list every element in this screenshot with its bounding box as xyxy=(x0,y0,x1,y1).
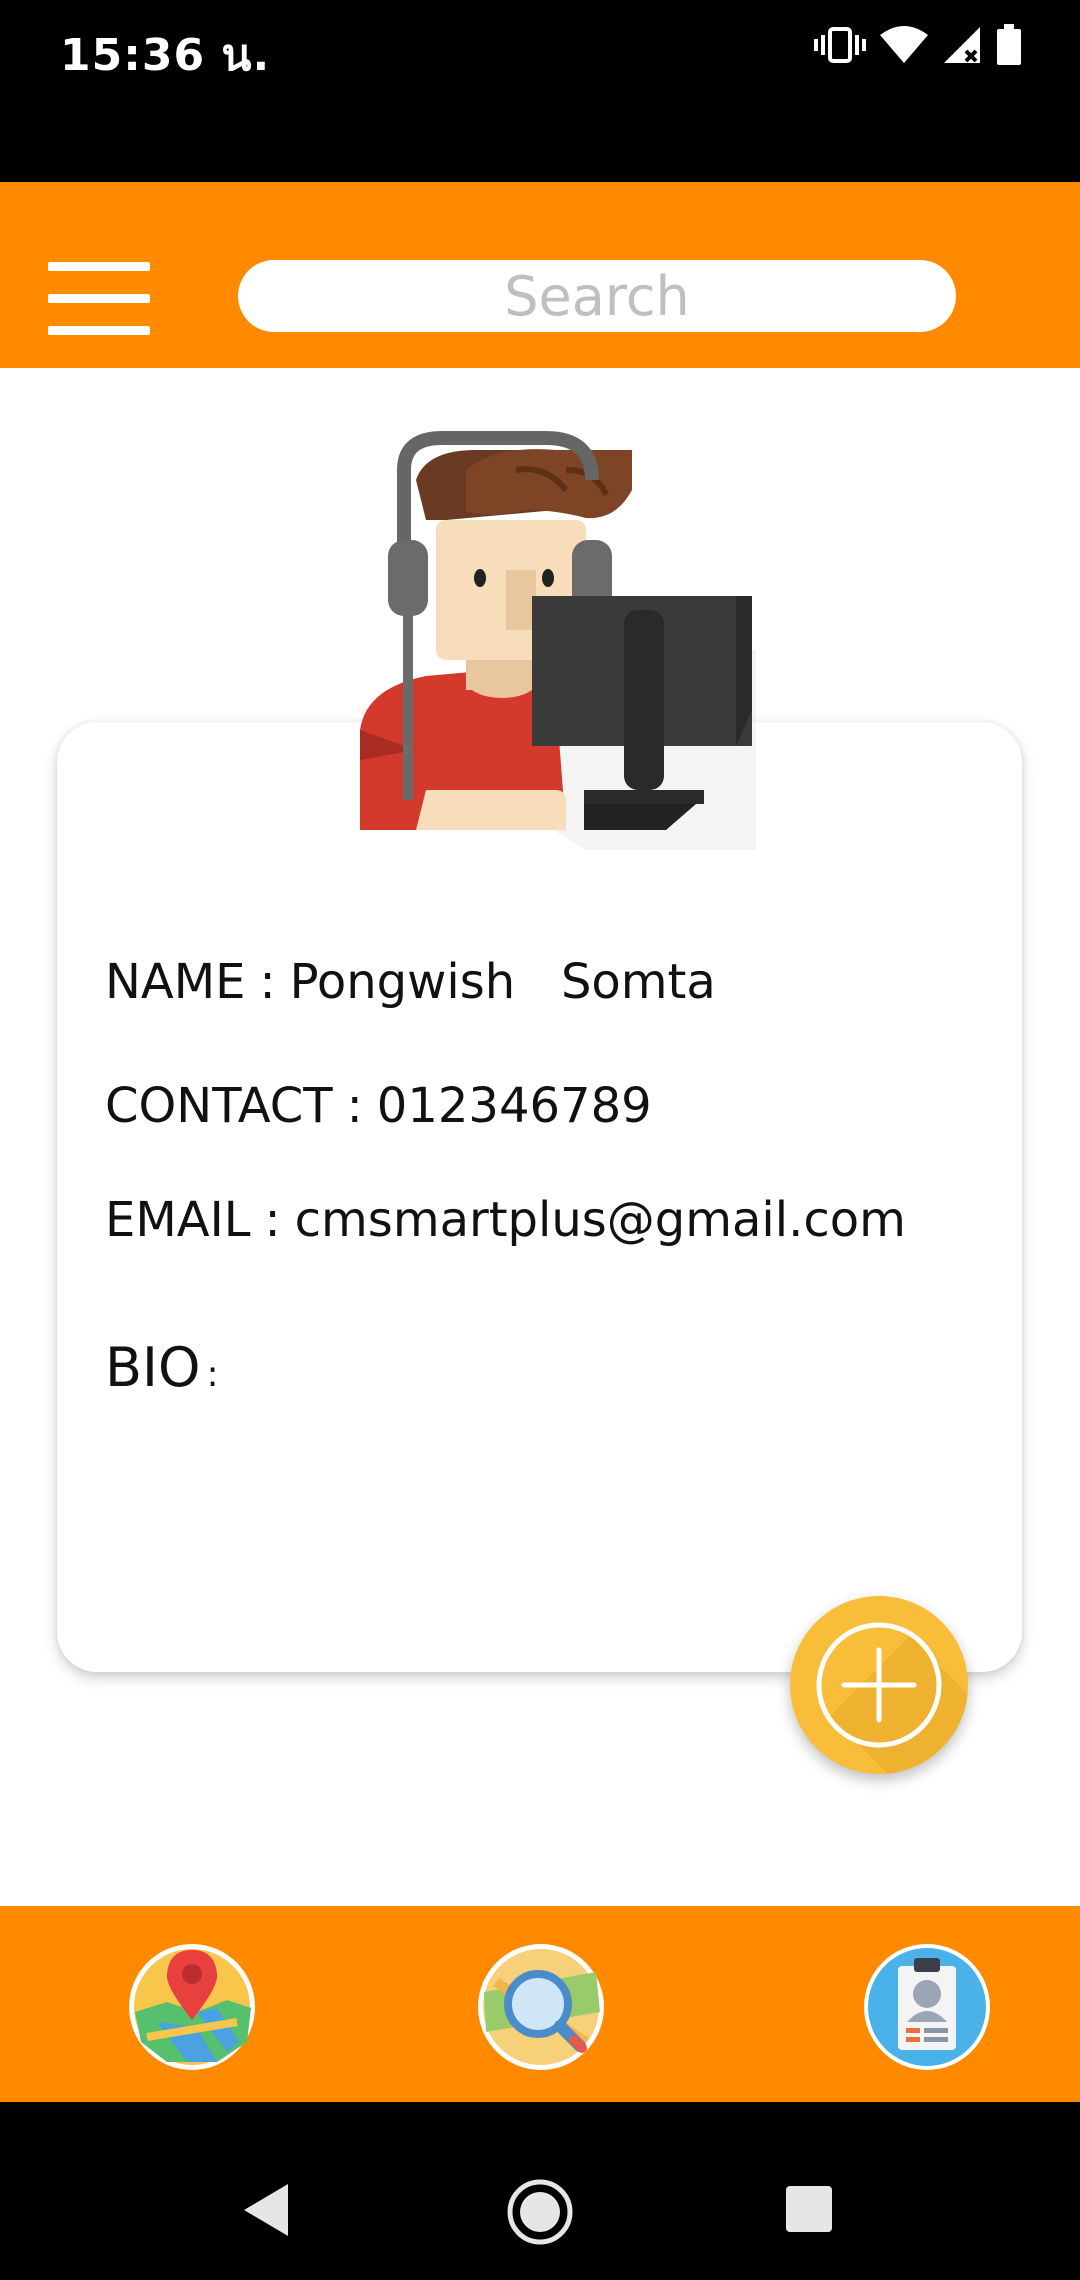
status-bar: 15:36 น. xyxy=(0,0,1080,182)
name-row: NAME: Pongwish Somta xyxy=(105,954,716,1010)
email-label: EMAIL xyxy=(105,1192,251,1248)
home-icon[interactable] xyxy=(506,2178,574,2250)
contact-label: CONTACT xyxy=(105,1078,333,1134)
nav-profile-button[interactable] xyxy=(862,1942,992,2072)
email-value: cmsmartplus@gmail.com xyxy=(294,1192,906,1248)
recents-icon[interactable] xyxy=(786,2186,832,2236)
map-pin-icon xyxy=(129,1944,255,2070)
profile-card: NAME: Pongwish Somta CONTACT:012346789 EM… xyxy=(57,722,1022,1672)
contact-row: CONTACT:012346789 xyxy=(105,1078,652,1134)
map-search-icon xyxy=(478,1944,604,2070)
id-card-icon xyxy=(864,1944,990,2070)
email-row: EMAIL: cmsmartplus@gmail.com xyxy=(105,1192,906,1248)
status-icons xyxy=(814,24,1022,70)
back-icon[interactable] xyxy=(244,2184,290,2240)
app-header xyxy=(0,182,1080,368)
status-time: 15:36 น. xyxy=(60,30,271,81)
nav-map-button[interactable] xyxy=(127,1942,257,2072)
add-circle-icon xyxy=(816,1622,968,1774)
wifi-icon xyxy=(880,25,928,69)
name-separator: : xyxy=(259,954,276,1010)
bio-row: BIO: xyxy=(105,1336,219,1399)
email-separator: : xyxy=(264,1192,281,1248)
search-input[interactable] xyxy=(238,260,956,332)
add-button[interactable] xyxy=(790,1596,968,1774)
bottom-navigation xyxy=(0,1906,1080,2102)
nav-search-map-button[interactable] xyxy=(476,1942,606,2072)
user-at-computer-avatar-icon xyxy=(356,410,756,850)
hamburger-menu-icon[interactable] xyxy=(48,262,150,336)
contact-separator: : xyxy=(346,1078,363,1134)
name-value: Pongwish Somta xyxy=(289,954,716,1010)
battery-icon xyxy=(996,24,1022,70)
contact-value: 012346789 xyxy=(376,1078,652,1134)
name-label: NAME xyxy=(105,954,246,1010)
signal-icon xyxy=(942,25,982,69)
bio-separator: : xyxy=(206,1354,219,1395)
vibrate-icon xyxy=(814,25,866,69)
bio-label: BIO xyxy=(105,1336,201,1399)
system-navigation-bar xyxy=(0,2102,1080,2280)
